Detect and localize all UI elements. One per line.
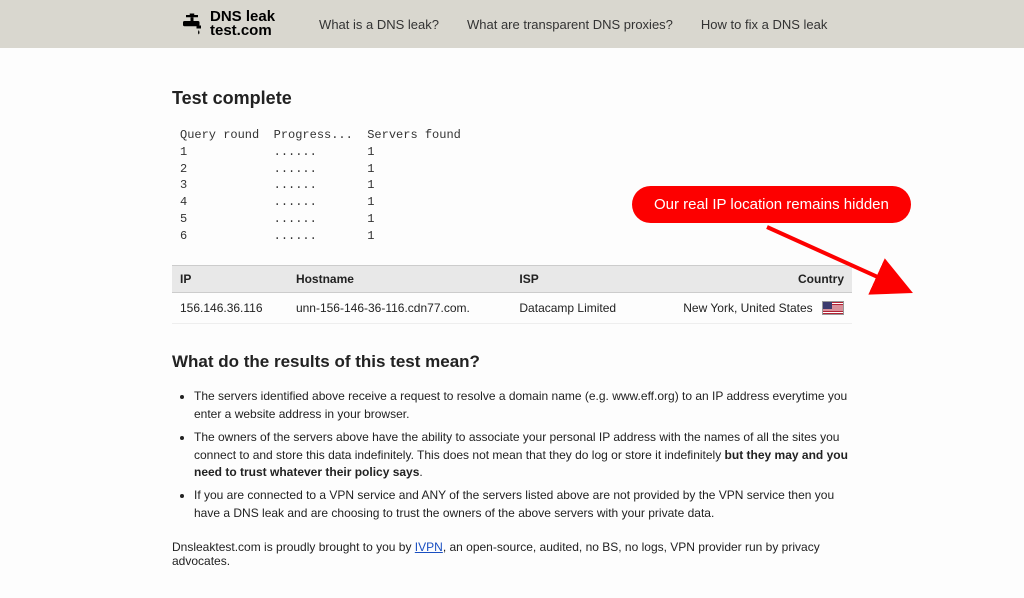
footer-attribution: Dnsleaktest.com is proudly brought to yo… (172, 540, 852, 568)
nav-what-is-leak[interactable]: What is a DNS leak? (319, 17, 439, 32)
col-ip: IP (172, 265, 288, 292)
brand-logo[interactable]: DNS leak test.com (180, 10, 275, 39)
cell-hostname: unn-156-146-36-116.cdn77.com. (288, 292, 511, 324)
list-item: If you are connected to a VPN service an… (194, 487, 852, 522)
annotation-callout: Our real IP location remains hidden (632, 186, 911, 223)
page-title: Test complete (172, 88, 852, 109)
results-table: IP Hostname ISP Country 156.146.36.116 u… (172, 265, 852, 325)
list-item: The owners of the servers above have the… (194, 429, 852, 481)
nav-transparent-proxies[interactable]: What are transparent DNS proxies? (467, 17, 673, 32)
cell-ip: 156.146.36.116 (172, 292, 288, 324)
col-hostname: Hostname (288, 265, 511, 292)
nav-how-to-fix[interactable]: How to fix a DNS leak (701, 17, 827, 32)
brand-text: DNS leak test.com (210, 10, 275, 39)
col-isp: ISP (511, 265, 644, 292)
table-header-row: IP Hostname ISP Country (172, 265, 852, 292)
main-content: Our real IP location remains hidden Test… (172, 48, 852, 598)
annotation-arrow-icon (762, 222, 922, 302)
list-item: The servers identified above receive a r… (194, 388, 852, 423)
faucet-icon (180, 12, 204, 36)
explain-title: What do the results of this test mean? (172, 352, 852, 372)
ivpn-link[interactable]: IVPN (415, 540, 443, 554)
us-flag-icon (822, 301, 844, 315)
explain-list: The servers identified above receive a r… (172, 388, 852, 522)
top-nav: DNS leak test.com What is a DNS leak? Wh… (0, 0, 1024, 48)
cell-isp: Datacamp Limited (511, 292, 644, 324)
table-row: 156.146.36.116 unn-156-146-36-116.cdn77.… (172, 292, 852, 324)
annotation-text: Our real IP location remains hidden (632, 186, 911, 223)
